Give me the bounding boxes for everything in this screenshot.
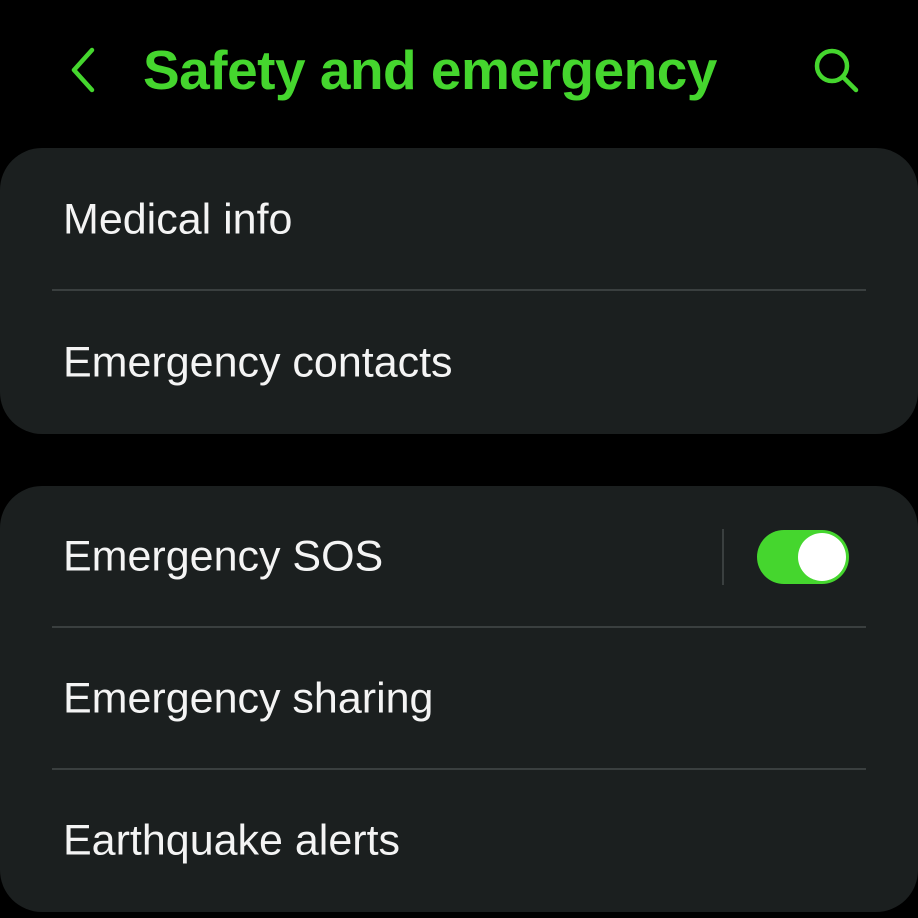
back-button[interactable]	[52, 38, 112, 102]
app-bar: Safety and emergency	[0, 0, 918, 140]
page-title: Safety and emergency	[143, 39, 717, 101]
settings-group-emergency: Emergency SOS Emergency sharing Earthqua…	[0, 486, 918, 912]
toggle-knob	[798, 533, 846, 581]
search-icon	[814, 48, 859, 93]
emergency-sharing-item[interactable]: Emergency sharing	[0, 628, 918, 770]
emergency-sos-item[interactable]: Emergency SOS	[0, 486, 918, 628]
medical-info-item[interactable]: Medical info	[0, 148, 918, 291]
emergency-sharing-label: Emergency sharing	[63, 674, 434, 723]
emergency-sos-label: Emergency SOS	[63, 532, 384, 581]
medical-info-label: Medical info	[63, 195, 293, 243]
emergency-contacts-item[interactable]: Emergency contacts	[0, 291, 918, 434]
earthquake-alerts-item[interactable]: Earthquake alerts	[0, 770, 918, 912]
emergency-sos-toggle[interactable]	[757, 530, 849, 584]
settings-group-info: Medical info Emergency contacts	[0, 148, 918, 434]
chevron-left-icon	[71, 47, 95, 93]
earthquake-alerts-label: Earthquake alerts	[63, 816, 401, 865]
search-button[interactable]	[806, 40, 866, 100]
emergency-contacts-label: Emergency contacts	[63, 338, 453, 386]
toggle-separator	[722, 529, 724, 585]
